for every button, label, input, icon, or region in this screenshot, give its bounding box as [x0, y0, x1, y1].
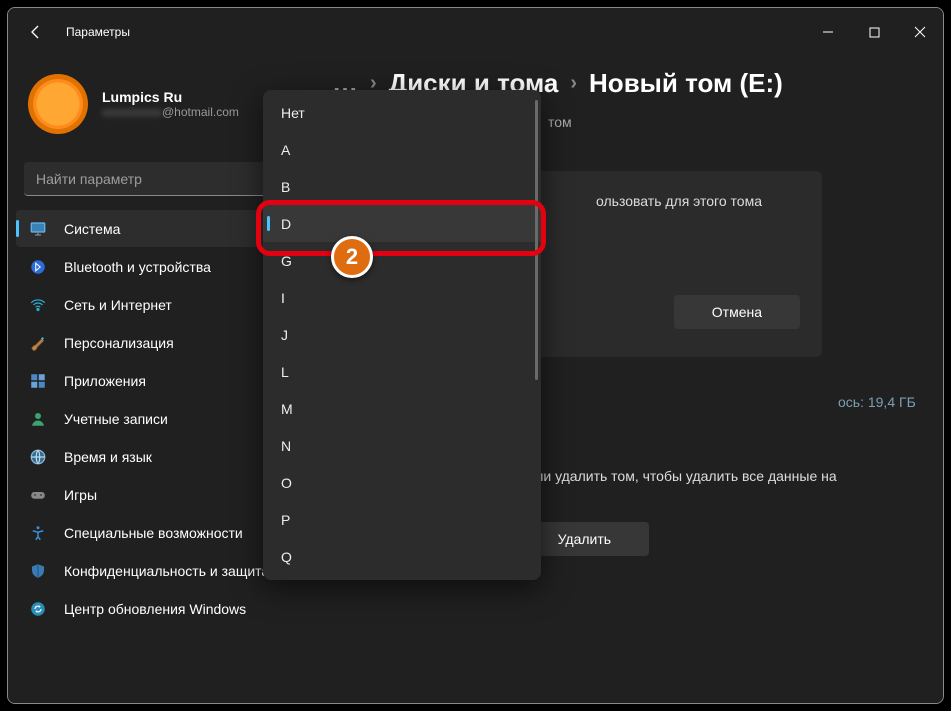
accessibility-icon	[28, 523, 48, 543]
dropdown-option[interactable]: I	[263, 279, 541, 316]
nav-item-9[interactable]: Конфиденциальность и защита	[16, 552, 300, 589]
close-button[interactable]	[897, 12, 943, 52]
nav-item-3[interactable]: Персонализация	[16, 324, 300, 361]
nav-item-5[interactable]: Учетные записи	[16, 400, 300, 437]
nav-label: Центр обновления Windows	[64, 601, 246, 617]
apps-icon	[28, 371, 48, 391]
globe-icon	[28, 447, 48, 467]
nav-label: Система	[64, 221, 120, 237]
nav-label: Bluetooth и устройства	[64, 259, 211, 275]
nav-item-7[interactable]: Игры	[16, 476, 300, 513]
user-icon	[28, 409, 48, 429]
partial-text: том	[548, 114, 572, 130]
profile-name: Lumpics Ru	[102, 89, 239, 105]
search-input[interactable]	[24, 162, 292, 196]
dropdown-option[interactable]: P	[263, 501, 541, 538]
back-button[interactable]	[16, 12, 56, 52]
dropdown-option[interactable]: D	[263, 205, 541, 242]
update-icon	[28, 599, 48, 619]
gamepad-icon	[28, 485, 48, 505]
dropdown-scrollbar[interactable]	[535, 100, 538, 570]
drive-letter-dropdown: НетABDGIJLMNOPQ	[263, 90, 541, 580]
bluetooth-icon	[28, 257, 48, 277]
shield-icon	[28, 561, 48, 581]
nav-label: Учетные записи	[64, 411, 168, 427]
maximize-button[interactable]	[851, 12, 897, 52]
nav-item-8[interactable]: Специальные возможности	[16, 514, 300, 551]
dropdown-option[interactable]: M	[263, 390, 541, 427]
nav-label: Время и язык	[64, 449, 152, 465]
profile-email: xxxxxxxxxx@hotmail.com	[102, 105, 239, 119]
dropdown-option[interactable]: J	[263, 316, 541, 353]
chevron-right-icon: ›	[570, 72, 577, 95]
dropdown-option[interactable]: A	[263, 131, 541, 168]
nav-item-4[interactable]: Приложения	[16, 362, 300, 399]
nav-item-6[interactable]: Время и язык	[16, 438, 300, 475]
dropdown-option[interactable]: Q	[263, 538, 541, 575]
nav-label: Персонализация	[64, 335, 174, 351]
usage-remaining: ось: 19,4 ГБ	[838, 394, 916, 410]
annotation-badge: 2	[331, 236, 373, 278]
nav-label: Конфиденциальность и защита	[64, 563, 269, 579]
titlebar: Параметры	[8, 8, 943, 56]
dropdown-option[interactable]: B	[263, 168, 541, 205]
nav-label: Сеть и Интернет	[64, 297, 172, 313]
cancel-button[interactable]: Отмена	[674, 295, 800, 329]
nav-label: Игры	[64, 487, 97, 503]
dropdown-option[interactable]: N	[263, 427, 541, 464]
dropdown-option[interactable]: G	[263, 242, 541, 279]
nav-item-10[interactable]: Центр обновления Windows	[16, 590, 300, 627]
nav-item-2[interactable]: Сеть и Интернет	[16, 286, 300, 323]
monitor-icon	[28, 219, 48, 239]
nav-item-0[interactable]: Система	[16, 210, 300, 247]
nav-item-1[interactable]: Bluetooth и устройства	[16, 248, 300, 285]
avatar	[28, 74, 88, 134]
breadcrumb-current: Новый том (E:)	[589, 68, 783, 99]
brush-icon	[28, 333, 48, 353]
dropdown-option[interactable]: L	[263, 353, 541, 390]
wifi-icon	[28, 295, 48, 315]
app-title: Параметры	[66, 25, 130, 39]
dropdown-option[interactable]: O	[263, 464, 541, 501]
minimize-button[interactable]	[805, 12, 851, 52]
dropdown-option[interactable]: Нет	[263, 94, 541, 131]
nav-label: Приложения	[64, 373, 146, 389]
nav-label: Специальные возможности	[64, 525, 243, 541]
